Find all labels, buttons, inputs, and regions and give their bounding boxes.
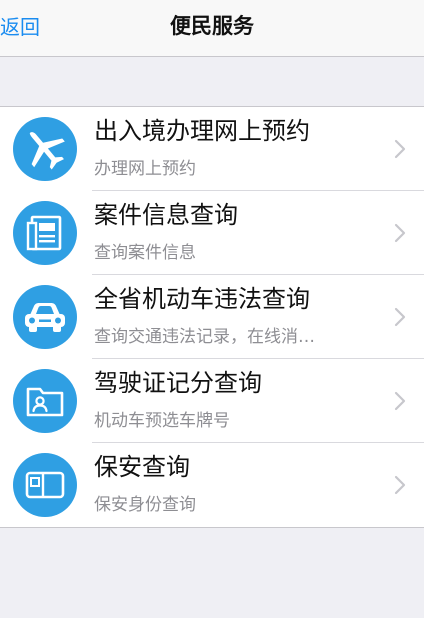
chevron-right-icon	[394, 223, 406, 243]
chevron-right-icon	[394, 139, 406, 159]
item-title: 出入境办理网上预约	[94, 117, 310, 145]
list-item-vehicle-violation-query[interactable]: 全省机动车违法查询 查询交通违法记录，在线消…	[0, 275, 424, 359]
item-title: 案件信息查询	[94, 201, 238, 229]
navigation-bar: 返回 便民服务	[0, 0, 424, 57]
service-list: 出入境办理网上预约 办理网上预约 案件信息查询 查询案件信息 全省机动车违法查询…	[0, 106, 424, 528]
item-subtitle: 办理网上预约	[94, 159, 196, 179]
page-title: 便民服务	[170, 14, 254, 38]
item-subtitle: 查询案件信息	[94, 243, 196, 263]
id-card-icon	[13, 453, 77, 517]
item-title: 保安查询	[94, 453, 190, 481]
id-folder-icon	[13, 369, 77, 433]
item-title: 全省机动车违法查询	[94, 285, 310, 313]
document-icon	[13, 201, 77, 265]
chevron-right-icon	[394, 391, 406, 411]
chevron-right-icon	[394, 475, 406, 495]
list-item-license-points-query[interactable]: 驾驶证记分查询 机动车预选车牌号	[0, 359, 424, 443]
item-subtitle: 保安身份查询	[94, 495, 196, 515]
item-subtitle: 查询交通违法记录，在线消…	[94, 327, 315, 347]
airplane-icon	[13, 117, 77, 181]
item-title: 驾驶证记分查询	[94, 369, 262, 397]
list-item-security-guard-query[interactable]: 保安查询 保安身份查询	[0, 443, 424, 527]
item-subtitle: 机动车预选车牌号	[94, 411, 230, 431]
chevron-right-icon	[394, 307, 406, 327]
car-icon	[13, 285, 77, 349]
list-item-case-info-query[interactable]: 案件信息查询 查询案件信息	[0, 191, 424, 275]
list-item-exit-entry-appointment[interactable]: 出入境办理网上预约 办理网上预约	[0, 107, 424, 191]
